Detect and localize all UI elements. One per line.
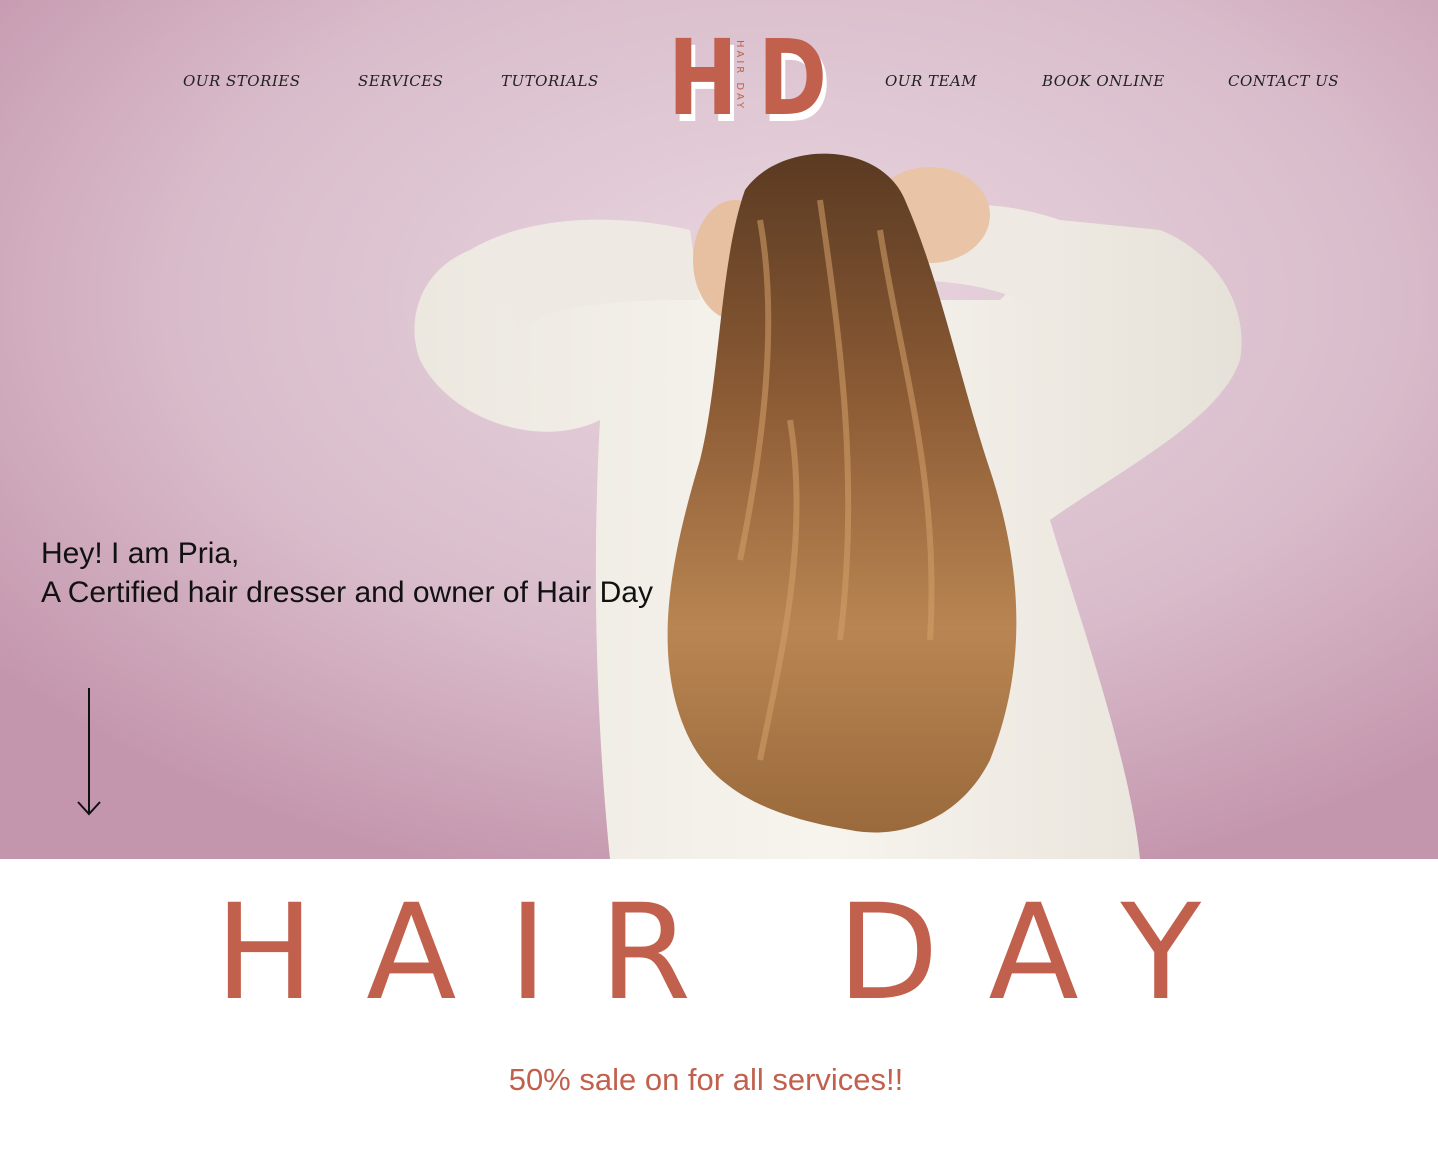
nav-tutorials[interactable]: TUTORIALS: [501, 72, 599, 90]
hero-intro: Hey! I am Pria, A Certified hair dresser…: [41, 534, 653, 612]
nav-book-online[interactable]: BOOK ONLINE: [1042, 72, 1165, 90]
brand-title: HAIR DAY: [214, 876, 1254, 1030]
intro-line-1: Hey! I am Pria,: [41, 537, 240, 570]
logo[interactable]: H H D D HAIR DAY: [664, 17, 831, 139]
nav-services[interactable]: SERVICES: [358, 72, 443, 90]
logo-subtitle: HAIR DAY: [734, 40, 745, 112]
arrow-down-icon[interactable]: [76, 686, 102, 818]
logo-letter-h: H: [668, 17, 738, 139]
hero-section: OUR STORIES SERVICES TUTORIALS H H D D H…: [0, 0, 1438, 859]
intro-line-2: A Certified hair dresser and owner of Ha…: [41, 576, 653, 609]
nav-our-stories[interactable]: OUR STORIES: [183, 72, 301, 90]
sale-banner: 50% sale on for all services!!: [508, 1062, 904, 1097]
logo-letter-d: D: [758, 17, 828, 139]
page: OUR STORIES SERVICES TUTORIALS H H D D H…: [0, 0, 1438, 1154]
nav-contact-us[interactable]: CONTACT US: [1228, 72, 1339, 90]
nav-our-team[interactable]: OUR TEAM: [885, 72, 977, 90]
